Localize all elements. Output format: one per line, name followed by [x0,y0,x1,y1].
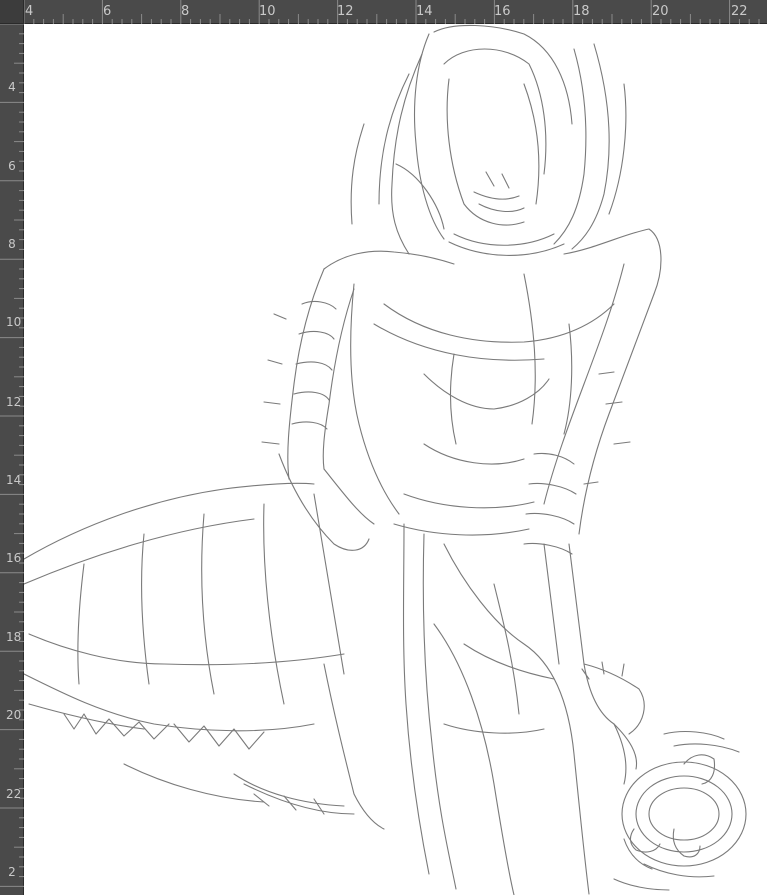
horizontal-ruler[interactable]: 4 6 8 10 12 14 16 18 20 22 [24,0,767,24]
ruler-label: 8 [181,4,190,19]
ruler-label: 4 [25,4,34,19]
ruler-label: 12 [337,4,354,19]
ruler-label: 20 [6,708,22,722]
vertical-ruler[interactable]: 4 6 8 10 12 14 16 18 20 22 2 [0,24,24,895]
ruler-label: 16 [494,4,511,19]
sketch-cape [24,482,345,807]
drawing-canvas[interactable] [24,24,767,895]
ruler-label: 6 [8,159,16,173]
ruler-label: 10 [259,4,276,19]
ruler-label: 18 [6,630,22,644]
ruler-corner [0,0,24,24]
sketch-chain-ring [613,723,747,891]
ruler-label: 16 [6,551,22,565]
ruler-label: 6 [103,4,112,19]
ruler-label: 4 [8,80,16,94]
sketch-torso [323,228,662,536]
ruler-label: 14 [416,4,433,19]
ruler-label: 10 [6,315,22,329]
vertical-ruler-ticks [0,24,24,887]
ruler-label: 2 [8,865,16,879]
sketch-legs [243,523,590,895]
ruler-label: 14 [6,473,22,487]
sketch-left-arm [261,268,375,551]
ruler-label: 22 [731,4,748,19]
ruler-label: 8 [8,237,16,251]
ruler-label: 20 [652,4,669,19]
ruler-label: 12 [6,395,22,409]
sketch-head [350,24,627,256]
ruler-label: 22 [6,787,22,801]
pencil-sketch [24,24,747,895]
ruler-label: 18 [573,4,590,19]
